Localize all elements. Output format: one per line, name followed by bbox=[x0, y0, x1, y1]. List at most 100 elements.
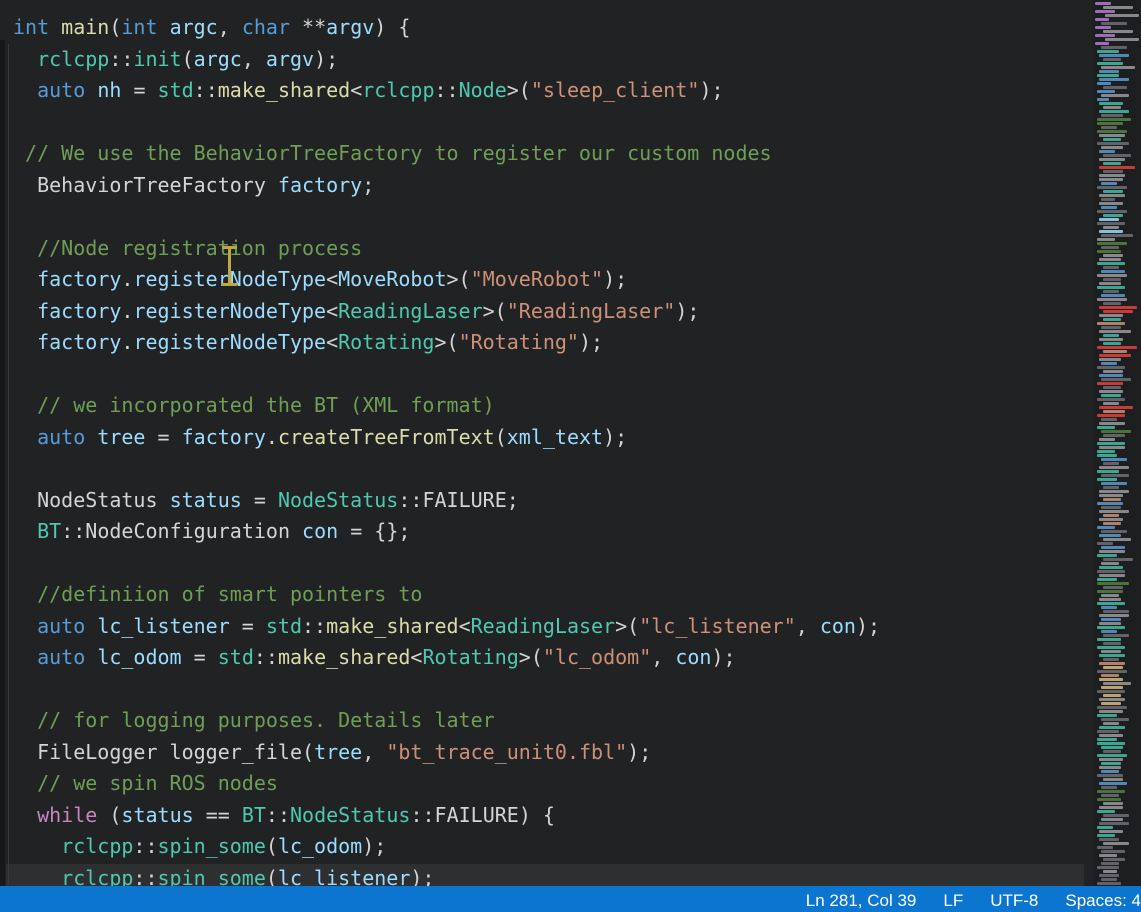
minimap-line bbox=[1099, 574, 1125, 577]
minimap-line bbox=[1097, 470, 1119, 473]
code-line[interactable]: //definiion of smart pointers to bbox=[13, 579, 880, 611]
code-line[interactable]: BT::NodeConfiguration con = {}; bbox=[13, 516, 880, 548]
minimap-line bbox=[1099, 726, 1125, 729]
minimap-line bbox=[1097, 262, 1125, 265]
minimap-line bbox=[1099, 822, 1129, 825]
code-line[interactable]: rclcpp::spin_some(lc_listener); bbox=[13, 863, 880, 887]
minimap-line bbox=[1103, 434, 1125, 437]
minimap-line bbox=[1099, 622, 1121, 625]
code-line[interactable]: auto tree = factory.createTreeFromText(x… bbox=[13, 422, 880, 454]
code-line[interactable]: // we spin ROS nodes bbox=[13, 768, 880, 800]
minimap-line bbox=[1103, 558, 1133, 561]
minimap-line bbox=[1097, 238, 1115, 241]
minimap-line bbox=[1101, 46, 1127, 49]
minimap-line bbox=[1095, 10, 1115, 13]
code-line[interactable]: // for logging purposes. Details later bbox=[13, 705, 880, 737]
minimap-line bbox=[1103, 750, 1121, 753]
code-line[interactable] bbox=[13, 107, 880, 139]
minimap-line bbox=[1099, 166, 1135, 169]
minimap-line bbox=[1099, 830, 1123, 833]
minimap-line bbox=[1101, 530, 1127, 533]
code-line[interactable] bbox=[13, 548, 880, 580]
minimap-line bbox=[1097, 382, 1123, 385]
minimap-line bbox=[1103, 538, 1131, 541]
minimap-line bbox=[1103, 350, 1127, 353]
minimap-line bbox=[1101, 686, 1123, 689]
minimap-line bbox=[1097, 366, 1125, 369]
minimap-line bbox=[1101, 182, 1117, 185]
code-line[interactable]: //Node registration process bbox=[13, 233, 880, 265]
minimap-line bbox=[1099, 406, 1133, 409]
code-line[interactable]: auto lc_odom = std::make_shared<Rotating… bbox=[13, 642, 880, 674]
minimap-line bbox=[1097, 118, 1131, 121]
minimap-line bbox=[1099, 490, 1129, 493]
minimap-line bbox=[1099, 518, 1123, 521]
minimap-line bbox=[1099, 782, 1127, 785]
minimap-line bbox=[1103, 634, 1129, 637]
minimap-line bbox=[1103, 342, 1121, 345]
minimap-line bbox=[1097, 222, 1125, 225]
minimap-line bbox=[1103, 302, 1121, 305]
code-line[interactable]: rclcpp::spin_some(lc_odom); bbox=[13, 831, 880, 863]
minimap-line bbox=[1095, 42, 1109, 45]
minimap-line bbox=[1103, 498, 1121, 501]
code-line[interactable]: // we incorporated the BT (XML format) bbox=[13, 390, 880, 422]
minimap-line bbox=[1103, 694, 1121, 697]
minimap-line bbox=[1103, 514, 1119, 517]
status-encoding[interactable]: UTF-8 bbox=[990, 891, 1038, 911]
code-line[interactable]: factory.registerNodeType<ReadingLaser>("… bbox=[13, 296, 880, 328]
minimap-line bbox=[1101, 66, 1135, 69]
minimap-line bbox=[1095, 2, 1111, 5]
minimap-line bbox=[1099, 54, 1129, 57]
minimap-line bbox=[1101, 126, 1117, 129]
code-editor-pane[interactable]: int main(int argc, char **argv) { rclcpp… bbox=[0, 0, 1093, 886]
code-line[interactable]: // We use the BehaviorTreeFactory to reg… bbox=[13, 138, 880, 170]
minimap-line bbox=[1097, 626, 1125, 629]
minimap-line bbox=[1097, 754, 1127, 757]
minimap-line bbox=[1101, 794, 1119, 797]
minimap-line bbox=[1099, 698, 1125, 701]
code-line[interactable]: while (status == BT::NodeStatus::FAILURE… bbox=[13, 800, 880, 832]
code-line[interactable] bbox=[13, 674, 880, 706]
code-line[interactable]: auto lc_listener = std::make_shared<Read… bbox=[13, 611, 880, 643]
code-line[interactable]: factory.registerNodeType<MoveRobot>("Mov… bbox=[13, 264, 880, 296]
code-line[interactable] bbox=[13, 359, 880, 391]
minimap-line bbox=[1097, 74, 1119, 77]
minimap-line bbox=[1099, 446, 1125, 449]
minimap-line bbox=[1099, 874, 1119, 877]
code-line[interactable]: rclcpp::init(argc, argv); bbox=[13, 44, 880, 76]
minimap-line bbox=[1097, 242, 1127, 245]
minimap-line bbox=[1097, 322, 1125, 325]
minimap-line bbox=[1099, 710, 1123, 713]
minimap-line bbox=[1097, 250, 1121, 253]
minimap-line bbox=[1097, 730, 1119, 733]
code-line[interactable] bbox=[13, 201, 880, 233]
code-line[interactable]: BehaviorTreeFactory factory; bbox=[13, 170, 880, 202]
status-indentation[interactable]: Spaces: 4 bbox=[1065, 891, 1141, 911]
minimap-line bbox=[1103, 370, 1123, 373]
code-line[interactable] bbox=[13, 453, 880, 485]
minimap-line bbox=[1097, 90, 1115, 93]
code-line[interactable]: factory.registerNodeType<Rotating>("Rota… bbox=[13, 327, 880, 359]
minimap-line bbox=[1099, 534, 1121, 537]
minimap-line bbox=[1105, 38, 1139, 41]
code-line[interactable]: int main(int argc, char **argv) { bbox=[13, 12, 880, 44]
minimap-line bbox=[1101, 458, 1127, 461]
ibeam-cursor-icon bbox=[220, 246, 239, 286]
minimap-line bbox=[1097, 478, 1117, 481]
status-eol-sequence[interactable]: LF bbox=[943, 891, 963, 911]
minimap-line bbox=[1099, 78, 1129, 81]
minimap-line bbox=[1097, 298, 1127, 301]
code-line[interactable]: FileLogger logger_file(tree, "bt_trace_u… bbox=[13, 737, 880, 769]
minimap[interactable] bbox=[1093, 0, 1141, 886]
minimap-line bbox=[1103, 190, 1123, 193]
minimap-line bbox=[1101, 746, 1123, 749]
minimap-line bbox=[1099, 374, 1123, 377]
minimap-line bbox=[1095, 34, 1115, 37]
minimap-line bbox=[1095, 26, 1111, 29]
status-cursor-position[interactable]: Ln 281, Col 39 bbox=[806, 891, 917, 911]
minimap-line bbox=[1103, 642, 1121, 645]
minimap-line bbox=[1103, 170, 1123, 173]
code-line[interactable]: NodeStatus status = NodeStatus::FAILURE; bbox=[13, 485, 880, 517]
code-line[interactable]: auto nh = std::make_shared<rclcpp::Node>… bbox=[13, 75, 880, 107]
